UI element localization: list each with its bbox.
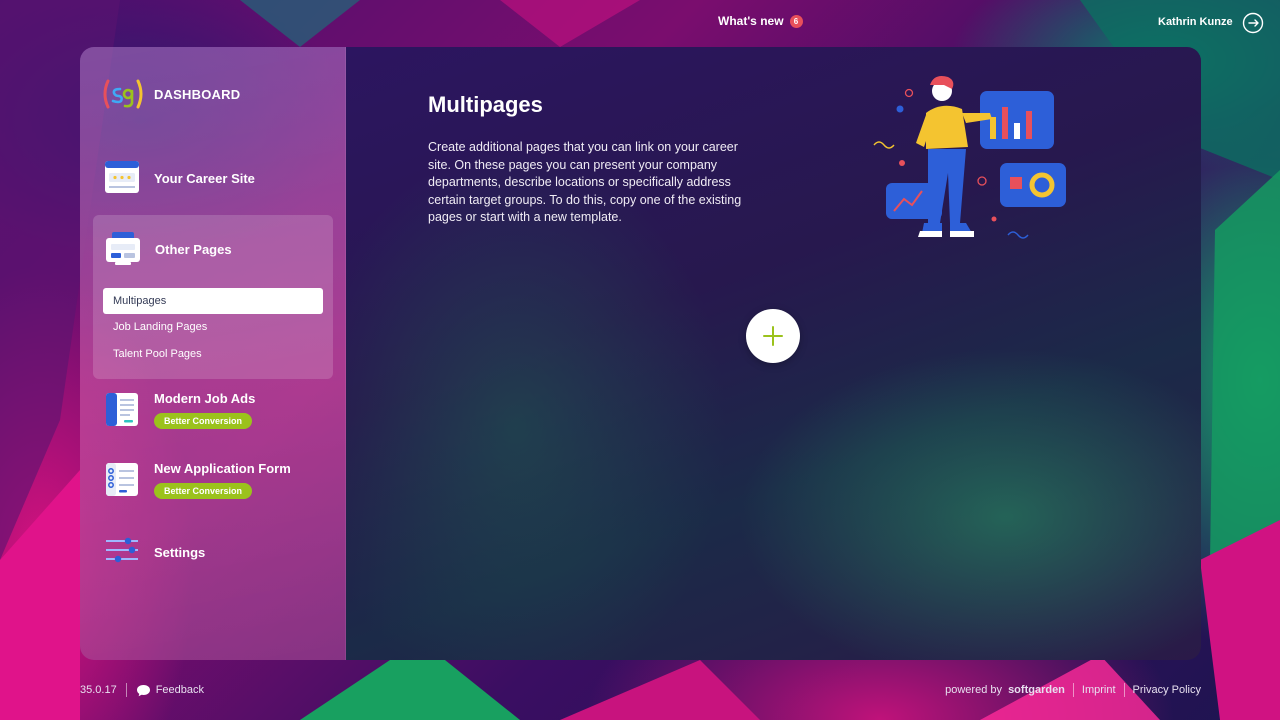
sidebar-item-settings[interactable]: Settings bbox=[102, 535, 205, 571]
privacy-policy-link[interactable]: Privacy Policy bbox=[1133, 684, 1201, 696]
job-ads-icon bbox=[106, 393, 138, 426]
powered-by-brand: softgarden bbox=[1008, 684, 1065, 696]
better-conversion-badge: Better Conversion bbox=[154, 413, 253, 429]
speech-bubble-icon bbox=[136, 684, 150, 696]
dashboard-brand[interactable]: DASHBOARD bbox=[102, 77, 240, 111]
whats-new-count-badge: 6 bbox=[789, 14, 803, 28]
sidebar-item-label: Modern Job Ads bbox=[154, 391, 256, 406]
softgarden-logo-icon bbox=[103, 79, 143, 109]
feedback-link[interactable]: Feedback bbox=[136, 684, 204, 697]
sidebar-item-label: New Application Form bbox=[154, 461, 291, 476]
other-pages-group: Other Pages Multipages Job Landing Pages… bbox=[93, 215, 333, 379]
sidebar-item-other-pages[interactable]: Other Pages bbox=[103, 231, 232, 267]
page-title: Multipages bbox=[428, 92, 543, 117]
footer-divider bbox=[125, 683, 127, 697]
subitem-multipages[interactable]: Multipages bbox=[103, 288, 323, 314]
user-name[interactable]: Kathrin Kunze bbox=[1158, 16, 1233, 28]
application-form-icon bbox=[106, 463, 138, 496]
sidebar-item-new-application-form[interactable]: New Application Form Better Conversion bbox=[102, 461, 291, 499]
whats-new-link[interactable]: What's new 6 bbox=[718, 14, 803, 28]
add-page-button[interactable] bbox=[746, 309, 800, 363]
sidebar-item-modern-job-ads[interactable]: Modern Job Ads Better Conversion bbox=[102, 391, 255, 429]
other-pages-icon bbox=[106, 232, 140, 265]
page-description: Create additional pages that you can lin… bbox=[428, 140, 742, 224]
dashboard-label: DASHBOARD bbox=[154, 86, 241, 102]
powered-by[interactable]: powered by softgarden bbox=[945, 684, 1065, 696]
footer-right: powered by softgarden Imprint Privacy Po… bbox=[945, 683, 1201, 697]
plus-icon bbox=[763, 326, 783, 346]
main-content: Multipages Create additional pages that … bbox=[346, 47, 1201, 660]
main-panel: DASHBOARD Your Career Site Other Pages M… bbox=[80, 47, 1201, 660]
presenter-illustration bbox=[873, 76, 1066, 239]
subitem-job-landing-pages[interactable]: Job Landing Pages bbox=[103, 314, 323, 340]
feedback-label: Feedback bbox=[155, 684, 205, 696]
sidebar: DASHBOARD Your Career Site Other Pages M… bbox=[80, 47, 346, 660]
sidebar-item-label: Settings bbox=[154, 545, 206, 560]
sidebar-item-label: Other Pages bbox=[155, 242, 232, 257]
sidebar-item-career-site[interactable]: Your Career Site bbox=[102, 159, 255, 195]
footer-divider bbox=[1072, 683, 1074, 697]
footer-left: 35.0.17 Feedback bbox=[80, 683, 204, 697]
whats-new-label: What's new bbox=[718, 14, 784, 28]
better-conversion-badge: Better Conversion bbox=[154, 483, 253, 499]
version-number: 35.0.17 bbox=[80, 684, 117, 696]
subitem-talent-pool-pages[interactable]: Talent Pool Pages bbox=[103, 341, 323, 367]
settings-sliders-icon bbox=[106, 537, 138, 563]
footer-divider bbox=[1123, 683, 1125, 697]
powered-by-prefix: powered by bbox=[945, 684, 1002, 696]
imprint-link[interactable]: Imprint bbox=[1082, 684, 1116, 696]
sidebar-item-label: Your Career Site bbox=[154, 171, 255, 186]
career-site-icon bbox=[105, 161, 139, 193]
logout-icon[interactable] bbox=[1242, 12, 1264, 34]
